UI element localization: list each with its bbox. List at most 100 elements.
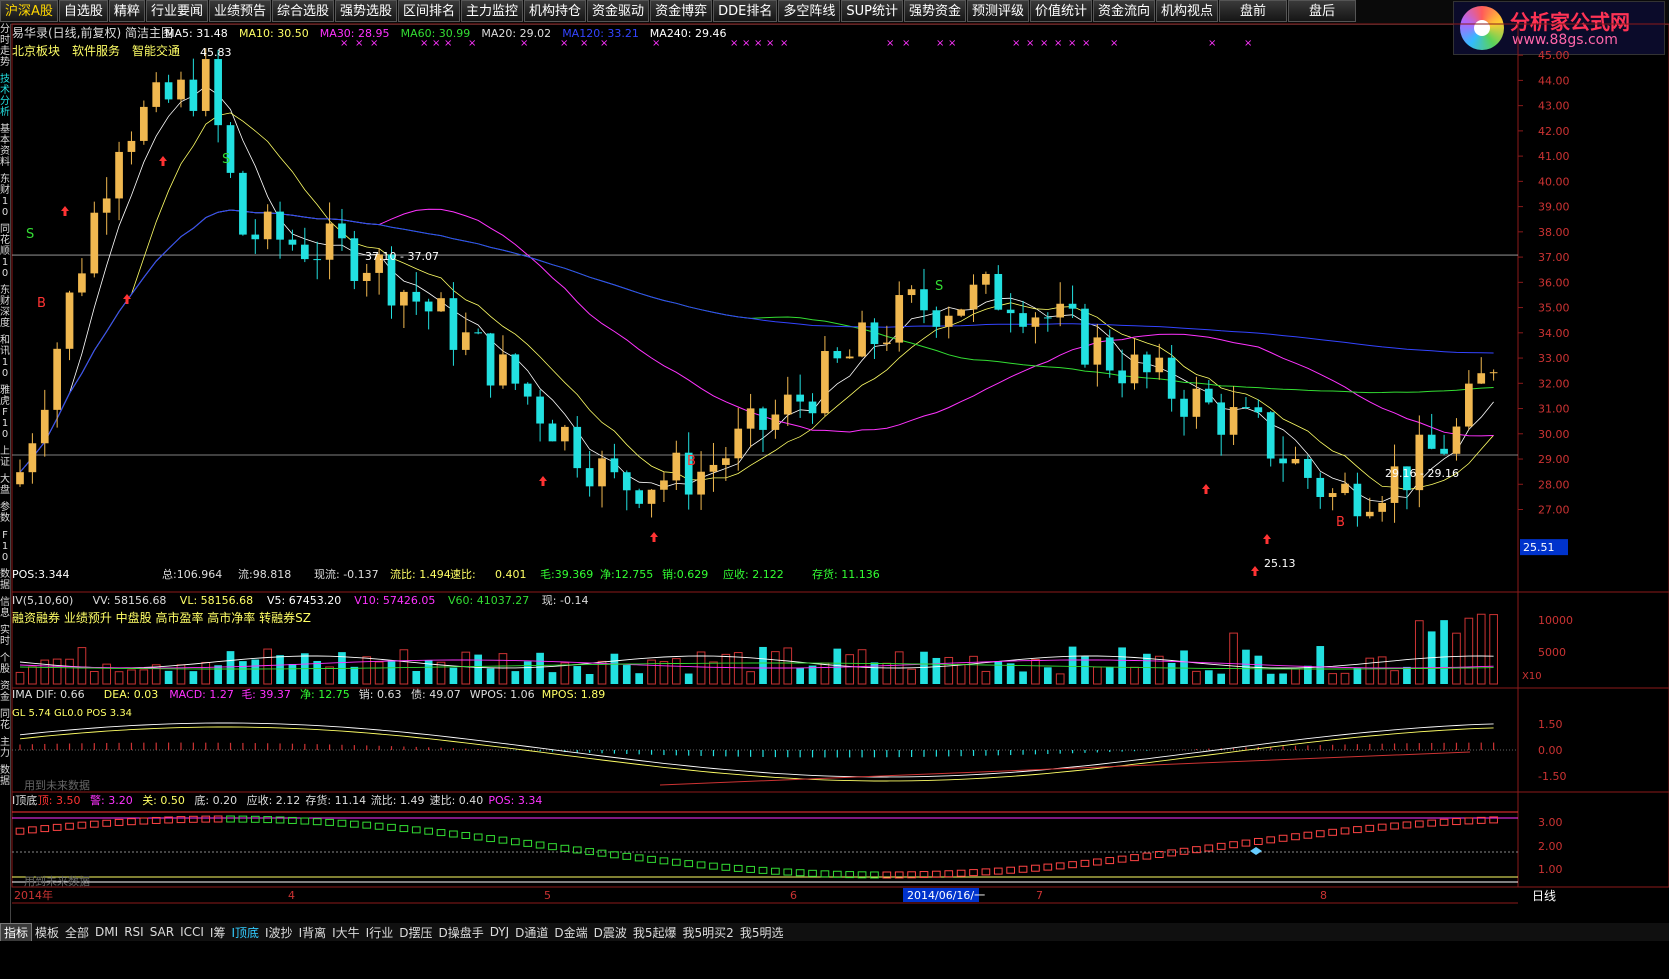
tb-step xyxy=(102,819,112,827)
volume-bar xyxy=(759,646,767,684)
volume-bar xyxy=(796,667,804,684)
candle-body xyxy=(1365,511,1374,517)
indicator-tab-7[interactable]: I筹 xyxy=(207,924,229,941)
signal-x-icon: × xyxy=(1026,38,1034,49)
indicator-tab-11[interactable]: I大牛 xyxy=(329,924,363,941)
up-arrow-icon xyxy=(61,206,69,216)
volume-bar xyxy=(511,671,520,684)
tb-header-8: 速比: 0.40 xyxy=(430,794,484,807)
candle-body xyxy=(1242,407,1250,409)
tb-step xyxy=(226,815,235,823)
tb-step xyxy=(758,866,768,874)
tb-step xyxy=(944,870,954,878)
vol-header-6: 现: -0.14 xyxy=(542,594,589,607)
candle-body xyxy=(1304,458,1312,478)
tb-step xyxy=(362,821,372,829)
candle-body xyxy=(561,426,569,442)
indicator-tab-20[interactable]: 我5明买2 xyxy=(680,924,737,941)
candle-body xyxy=(152,82,161,107)
volume-bar xyxy=(1403,666,1411,684)
candle-body xyxy=(1043,317,1052,319)
volume-bar xyxy=(77,647,87,685)
candle-body xyxy=(573,426,582,469)
candle-body xyxy=(325,223,334,260)
tb-step xyxy=(114,818,124,826)
volume-bar xyxy=(239,661,247,684)
candle-body xyxy=(53,348,61,410)
indicator-tab-4[interactable]: RSI xyxy=(121,925,147,939)
date-label-4: 2014/06/16/一 xyxy=(907,889,985,902)
tb-step xyxy=(1204,844,1214,852)
tb-step xyxy=(449,830,458,838)
volume-bar xyxy=(1328,673,1337,685)
up-arrow-icon xyxy=(1263,534,1271,544)
volume-bar xyxy=(523,661,532,684)
tb-step xyxy=(1278,834,1288,842)
candle-body xyxy=(1427,434,1436,449)
candle-body xyxy=(907,289,916,296)
indicator-tab-8[interactable]: I顶底 xyxy=(228,924,262,941)
tb-header-5: 应收: 2.12 xyxy=(247,793,301,807)
indicator-tab-2[interactable]: 全部 xyxy=(62,924,92,941)
vol-header-3: V5: 67453.20 xyxy=(267,594,341,607)
candle-body xyxy=(635,490,644,504)
indicator-tab-16[interactable]: D通道 xyxy=(512,924,551,941)
vol-header-4: V10: 57426.05 xyxy=(354,594,435,607)
volume-bar xyxy=(1006,663,1015,684)
vol-axis-1: 5000 xyxy=(1538,646,1566,659)
tb-step xyxy=(956,869,966,877)
tb-step xyxy=(325,818,334,826)
candle-body xyxy=(1192,388,1201,417)
indicator-tab-9[interactable]: I波抄 xyxy=(262,924,296,941)
candle-body xyxy=(821,351,829,414)
indicator-tab-6[interactable]: ICCI xyxy=(177,925,207,939)
indicator-tab-18[interactable]: D震波 xyxy=(591,924,630,941)
indicator-tab-19[interactable]: 我5起爆 xyxy=(630,924,680,941)
volume-bar xyxy=(362,656,372,685)
candle-body xyxy=(1031,317,1040,327)
tb-step xyxy=(127,818,136,826)
tb-step xyxy=(932,870,941,878)
candle-body xyxy=(1279,458,1287,464)
volume-bar xyxy=(89,670,99,685)
indicator-tab-15[interactable]: DYJ xyxy=(487,925,512,939)
volume-bar xyxy=(1105,667,1114,684)
vol-header-2: VL: 58156.68 xyxy=(180,594,253,607)
signal-x-icon: × xyxy=(936,38,944,49)
tb-step xyxy=(52,823,62,831)
candle-body xyxy=(1328,493,1337,497)
tb-step xyxy=(684,860,694,868)
indicator-tab-12[interactable]: I行业 xyxy=(363,924,397,941)
candle-body xyxy=(1353,483,1362,517)
tb-header-9: POS: 3.34 xyxy=(488,794,542,807)
indicator-tab-10[interactable]: I背离 xyxy=(296,924,330,941)
candle-body xyxy=(610,458,619,473)
indicator-tab-14[interactable]: D操盘手 xyxy=(435,924,486,941)
candle-body xyxy=(1204,388,1213,403)
stock-chart[interactable]: 45.0044.0043.0042.0041.0040.0039.0038.00… xyxy=(0,0,1669,905)
candle-body xyxy=(412,291,421,302)
candle-body xyxy=(920,289,928,311)
volume-bar xyxy=(808,665,817,684)
candle-body xyxy=(78,273,86,293)
price-label-15: 30.00 xyxy=(1538,428,1570,441)
tb-step xyxy=(560,844,570,852)
indicator-tab-13[interactable]: D摆压 xyxy=(396,924,435,941)
macd-axis-1: 0.00 xyxy=(1538,744,1563,757)
volume-bar xyxy=(164,670,173,684)
volume-bar xyxy=(1031,658,1040,685)
indicator-tab-0[interactable]: 指标 xyxy=(0,922,33,942)
indicator-tab-1[interactable]: 模板 xyxy=(32,924,62,941)
candle-body xyxy=(1291,458,1300,464)
tb-step xyxy=(374,822,384,830)
tb-step xyxy=(1315,830,1325,838)
indicator-tab-5[interactable]: SAR xyxy=(147,925,177,939)
price-label-18: 27.00 xyxy=(1538,504,1570,517)
candle-body xyxy=(660,480,668,490)
buy-marker-2: B xyxy=(1336,515,1345,530)
indicator-tab-3[interactable]: DMI xyxy=(92,925,121,939)
candle-body xyxy=(746,408,755,429)
candle-body xyxy=(201,59,210,111)
indicator-tab-17[interactable]: D金端 xyxy=(551,924,590,941)
indicator-tab-21[interactable]: 我5明选 xyxy=(737,924,787,941)
